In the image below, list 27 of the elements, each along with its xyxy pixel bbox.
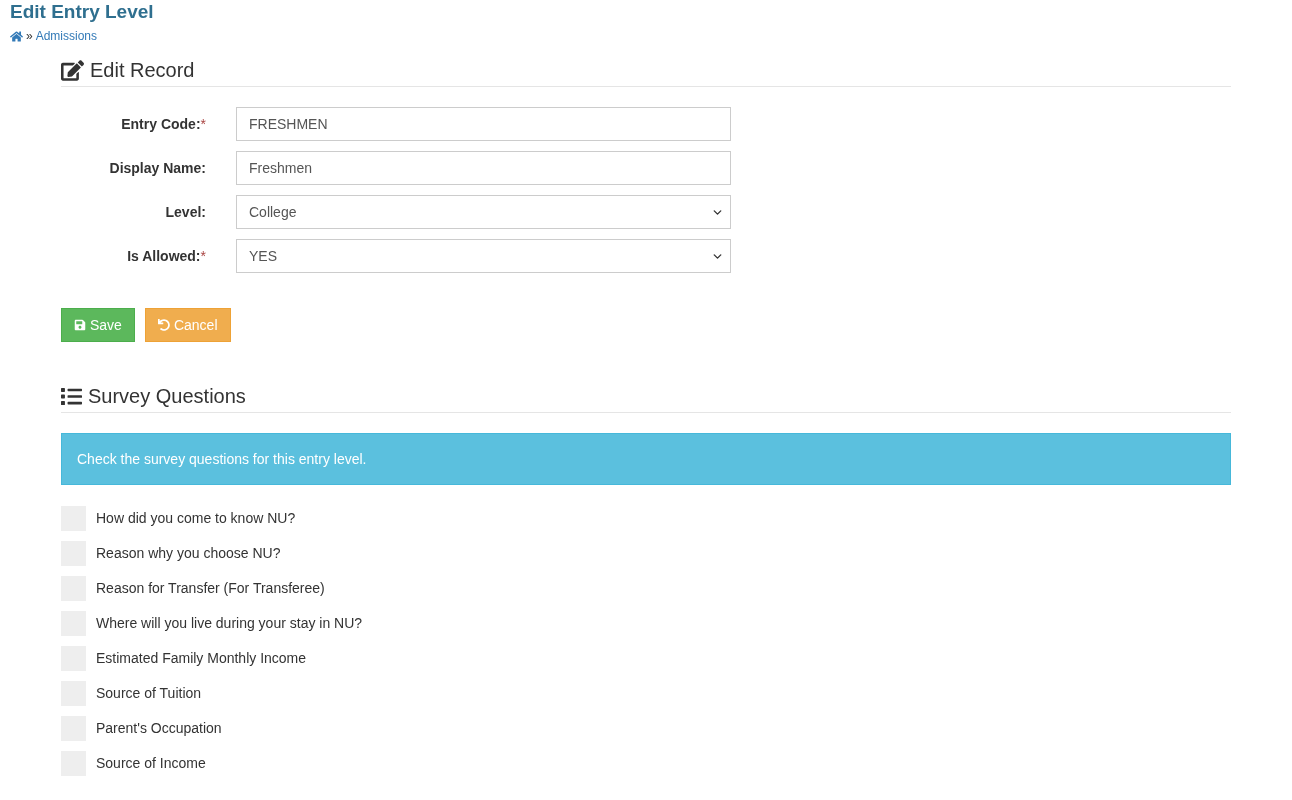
undo-arrow-icon — [157, 319, 170, 331]
section-heading: Edit Record — [90, 58, 195, 82]
question-label: Parent's Occupation — [96, 719, 222, 738]
info-alert: Check the survey questions for this entry level. — [61, 433, 1231, 485]
question-label: Source of Tuition — [96, 684, 202, 703]
select-dropdown[interactable]: YES — [236, 239, 731, 273]
text-input[interactable]: FRESHMEN — [236, 107, 731, 141]
question-label: Source of Income — [96, 754, 206, 773]
select-dropdown[interactable]: College — [236, 195, 731, 229]
question-label: Estimated Family Monthly Income — [96, 649, 307, 668]
breadcrumb-link[interactable]: Admissions — [35, 29, 98, 43]
required-mark: * — [200, 246, 206, 266]
list-icon — [61, 385, 82, 407]
question-label: Where will you live during your stay in NU? — [96, 614, 363, 633]
text-input[interactable]: Freshmen — [236, 151, 731, 185]
question-label: How did you come to know NU? — [96, 509, 296, 528]
page-title: Edit Entry Level — [10, 0, 154, 24]
field-label: Is Allowed: — [127, 246, 201, 266]
field-label: Display Name: — [109, 158, 206, 178]
field-label: Entry Code: — [121, 114, 201, 134]
home-icon[interactable] — [10, 29, 23, 43]
question-label: Reason for Transfer (For Transferee) — [96, 579, 325, 598]
required-mark: * — [200, 114, 206, 134]
breadcrumb-separator: » — [26, 29, 33, 43]
section-heading: Survey Questions — [88, 384, 246, 408]
field-label: Level: — [165, 202, 206, 222]
question-label: Reason why you choose NU? — [96, 544, 281, 563]
